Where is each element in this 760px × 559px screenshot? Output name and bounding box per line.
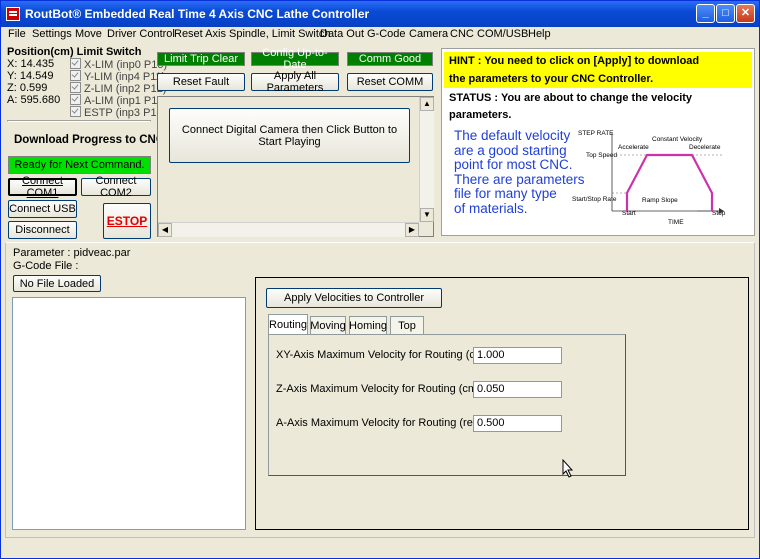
menu-gcode[interactable]: G-Code xyxy=(367,28,406,40)
menu-driver-control[interactable]: Driver Control xyxy=(107,28,175,40)
reset-comm-button[interactable]: Reset COMM xyxy=(347,73,433,91)
checkbox-icon xyxy=(70,58,81,69)
decelerate-label: Decelerate xyxy=(689,144,721,151)
tab-content: XY-Axis Maximum Velocity for Routing (cm… xyxy=(268,334,626,476)
time-label: TIME xyxy=(668,219,684,226)
constant-velocity-label: Constant Velocity xyxy=(652,136,703,143)
scroll-right-icon[interactable]: ▶ xyxy=(405,223,419,237)
horizontal-scrollbar[interactable]: ◀ ▶ xyxy=(158,222,419,237)
window-title: RoutBot® Embedded Real Time 4 Axis CNC L… xyxy=(25,7,370,21)
menu-cnc[interactable]: CNC xyxy=(450,28,474,40)
menu-settings[interactable]: Settings xyxy=(32,28,72,40)
camera-view: Connect Digital Camera then Click Button… xyxy=(157,96,434,237)
velocity-panel: Apply Velocities to Controller Routing M… xyxy=(255,277,749,530)
a-velocity-label: A-Axis Maximum Velocity for Routing (rev… xyxy=(276,417,506,429)
z-velocity-label: Z-Axis Maximum Velocity for Routing (cm/… xyxy=(276,383,504,395)
apply-velocities-button[interactable]: Apply Velocities to Controller xyxy=(266,288,442,308)
menu-data-out[interactable]: Data Out xyxy=(320,28,364,40)
menu-spindle-limit-switch[interactable]: Spindle, Limit Switch xyxy=(229,28,331,40)
a-position: A: 595.680 xyxy=(7,94,61,106)
x-position: X: 14.435 xyxy=(7,58,55,70)
start-stop-rate-label: Start/Stop Rate xyxy=(572,196,617,203)
step-rate-label: STEP RATE xyxy=(578,130,614,137)
menu-help[interactable]: Help xyxy=(528,28,551,40)
scroll-down-icon[interactable]: ▼ xyxy=(420,208,434,222)
tab-moving[interactable]: Moving xyxy=(310,316,346,334)
connect-com1-button[interactable]: Connect COM1 xyxy=(8,175,77,199)
scroll-left-icon[interactable]: ◀ xyxy=(158,223,172,237)
comm-status: Comm Good xyxy=(347,52,433,66)
connect-com2-button[interactable]: Connect COM2 xyxy=(81,175,151,199)
checkbox-icon xyxy=(70,94,81,105)
xy-velocity-input[interactable]: 1.000 xyxy=(473,347,562,364)
tab-top[interactable]: Top xyxy=(390,316,424,334)
tab-homing[interactable]: Homing xyxy=(349,316,387,334)
gcode-list[interactable] xyxy=(12,297,246,530)
separator xyxy=(7,120,151,122)
limit-trip-status: Limit Trip Clear xyxy=(157,52,245,66)
hint-panel: HINT : You need to click on [Apply] to d… xyxy=(441,48,755,236)
z-position: Z: 0.599 xyxy=(7,82,48,94)
vertical-scrollbar[interactable]: ▲ ▼ xyxy=(419,97,434,222)
position-header: Position(cm) Limit Switch xyxy=(7,46,142,58)
estop-limit-checkbox: ESTP (inp3 P10) xyxy=(70,106,166,119)
tab-routing[interactable]: Routing xyxy=(268,314,308,334)
connect-usb-button[interactable]: Connect USB xyxy=(8,200,77,218)
download-title: Download Progress to CNC xyxy=(14,134,165,146)
start-camera-button[interactable]: Connect Digital Camera then Click Button… xyxy=(169,108,410,163)
main-window: RoutBot® Embedded Real Time 4 Axis CNC L… xyxy=(0,0,760,559)
app-icon xyxy=(6,7,20,21)
checkbox-icon xyxy=(70,70,81,81)
reset-fault-button[interactable]: Reset Fault xyxy=(157,73,245,91)
minimize-button[interactable]: _ xyxy=(696,4,715,23)
config-status: Config Up-to-Date xyxy=(251,47,339,71)
menu-reset-axis[interactable]: Reset Axis xyxy=(174,28,226,40)
velocity-tabs: Routing Moving Homing Top XY-Axis Maximu… xyxy=(268,314,628,476)
hint-line2: the parameters to your CNC Controller. xyxy=(449,73,654,85)
no-file-loaded-button[interactable]: No File Loaded xyxy=(13,275,101,292)
menu-com-usb[interactable]: COM/USB xyxy=(477,28,528,40)
close-button[interactable]: ✕ xyxy=(736,4,755,23)
hint-line1: HINT : You need to click on [Apply] to d… xyxy=(449,55,700,67)
gcode-file-label: G-Code File : xyxy=(13,260,79,272)
hint-box: HINT : You need to click on [Apply] to d… xyxy=(444,52,752,88)
z-velocity-input[interactable]: 0.050 xyxy=(473,381,562,398)
status-line1: STATUS : You are about to change the vel… xyxy=(449,92,693,104)
checkbox-icon xyxy=(70,82,81,93)
a-velocity-input[interactable]: 0.500 xyxy=(473,415,562,432)
menu-move[interactable]: Move xyxy=(75,28,102,40)
parameter-file-label: Parameter : pidveac.par xyxy=(13,247,131,259)
disconnect-button[interactable]: Disconnect xyxy=(8,221,77,239)
top-speed-label: Top Speed xyxy=(586,152,617,159)
menu-file[interactable]: File xyxy=(8,28,26,40)
download-status: Ready for Next Command. xyxy=(8,156,151,174)
y-position: Y: 14.549 xyxy=(7,70,54,82)
checkbox-icon xyxy=(70,106,81,117)
apply-all-parameters-button[interactable]: Apply All Parameters xyxy=(251,70,339,94)
maximize-button[interactable]: □ xyxy=(716,4,735,23)
estop-button[interactable]: ESTOP xyxy=(103,203,151,239)
mouse-cursor-icon xyxy=(562,459,574,478)
accelerate-label: Accelerate xyxy=(618,144,649,151)
status-line2: parameters. xyxy=(449,109,512,121)
velocity-profile-diagram: STEP RATE Top Speed Start/Stop Rate Acce… xyxy=(572,130,726,226)
menu-bar: File Settings Move Driver Control Reset … xyxy=(1,27,759,43)
menu-camera[interactable]: Camera xyxy=(409,28,448,40)
hint-body: The default velocity are a good starting… xyxy=(454,128,585,216)
scroll-up-icon[interactable]: ▲ xyxy=(420,97,434,111)
ramp-slope-label: Ramp Slope xyxy=(642,197,678,204)
title-bar[interactable]: RoutBot® Embedded Real Time 4 Axis CNC L… xyxy=(1,1,759,27)
